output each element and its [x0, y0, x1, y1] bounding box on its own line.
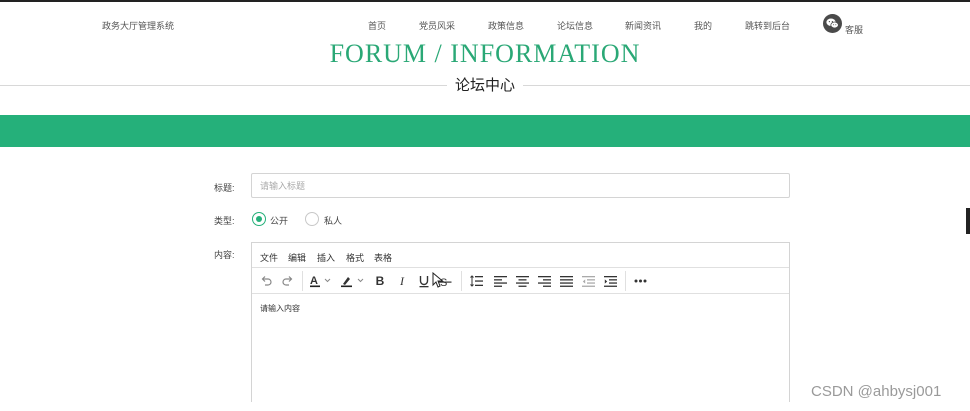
nav-news[interactable]: 新闻资讯 [625, 19, 661, 32]
nav-mine[interactable]: 我的 [694, 19, 712, 32]
menu-file[interactable]: 文件 [260, 251, 278, 264]
nav-policy-info[interactable]: 政策信息 [488, 19, 524, 32]
italic-icon[interactable]: I [395, 273, 409, 289]
section-title-en: FORUM / INFORMATION [329, 39, 641, 68]
section-title-zh: 论坛中心 [446, 77, 523, 95]
bold-icon[interactable]: B [373, 273, 387, 289]
menu-edit[interactable]: 编辑 [288, 251, 306, 264]
line-height-icon[interactable] [469, 273, 485, 289]
underline-icon[interactable] [417, 273, 431, 289]
outdent-icon[interactable] [580, 273, 596, 289]
undo-icon[interactable] [258, 273, 274, 289]
radio-private[interactable] [305, 212, 319, 226]
content-label: 内容: [214, 250, 235, 260]
title-input[interactable] [251, 173, 790, 198]
wechat-icon[interactable] [823, 14, 842, 33]
section-title-zh-wrap: 论坛中心 [0, 77, 970, 95]
indent-icon[interactable] [602, 273, 618, 289]
title-label: 标题: [214, 183, 235, 193]
menu-format[interactable]: 格式 [346, 251, 364, 264]
align-left-icon[interactable] [492, 273, 508, 289]
nav-admin-jump[interactable]: 跳转到后台 [745, 19, 790, 32]
radio-private-label[interactable]: 私人 [324, 214, 342, 227]
align-right-icon[interactable] [536, 273, 552, 289]
watermark-text: CSDN @ahbysj001 [811, 383, 942, 400]
rich-text-editor: 文件 编辑 插入 格式 表格 A B I S [251, 242, 790, 402]
align-center-icon[interactable] [514, 273, 530, 289]
toolbar-separator [302, 271, 303, 291]
nav-party-members[interactable]: 党员风采 [419, 19, 455, 32]
customer-service-link[interactable]: 客服 [845, 23, 863, 36]
nav-home[interactable]: 首页 [368, 19, 386, 32]
toolbar-separator [461, 271, 462, 291]
menu-insert[interactable]: 插入 [317, 251, 335, 264]
mouse-cursor-icon [432, 272, 444, 288]
more-icon[interactable] [631, 273, 649, 289]
nav-forum-info[interactable]: 论坛信息 [557, 19, 593, 32]
editor-menubar: 文件 编辑 插入 格式 表格 [252, 243, 789, 268]
editor-placeholder: 请输入内容 [260, 304, 300, 313]
redo-icon[interactable] [280, 273, 296, 289]
editor-content-area[interactable]: 请输入内容 [252, 295, 789, 403]
text-color-icon[interactable]: A [308, 273, 334, 289]
svg-text:A: A [310, 275, 318, 287]
editor-toolbar: A B I S [252, 268, 789, 294]
highlight-color-icon[interactable] [339, 273, 367, 289]
justify-icon[interactable] [558, 273, 574, 289]
type-label: 类型: [214, 216, 235, 226]
radio-public[interactable] [252, 212, 266, 226]
site-brand[interactable]: 政务大厅管理系统 [102, 19, 174, 32]
toolbar-separator [625, 271, 626, 291]
menu-table[interactable]: 表格 [374, 251, 392, 264]
green-banner [0, 115, 970, 147]
radio-public-label[interactable]: 公开 [270, 214, 288, 227]
scrollbar-marker [966, 208, 970, 234]
